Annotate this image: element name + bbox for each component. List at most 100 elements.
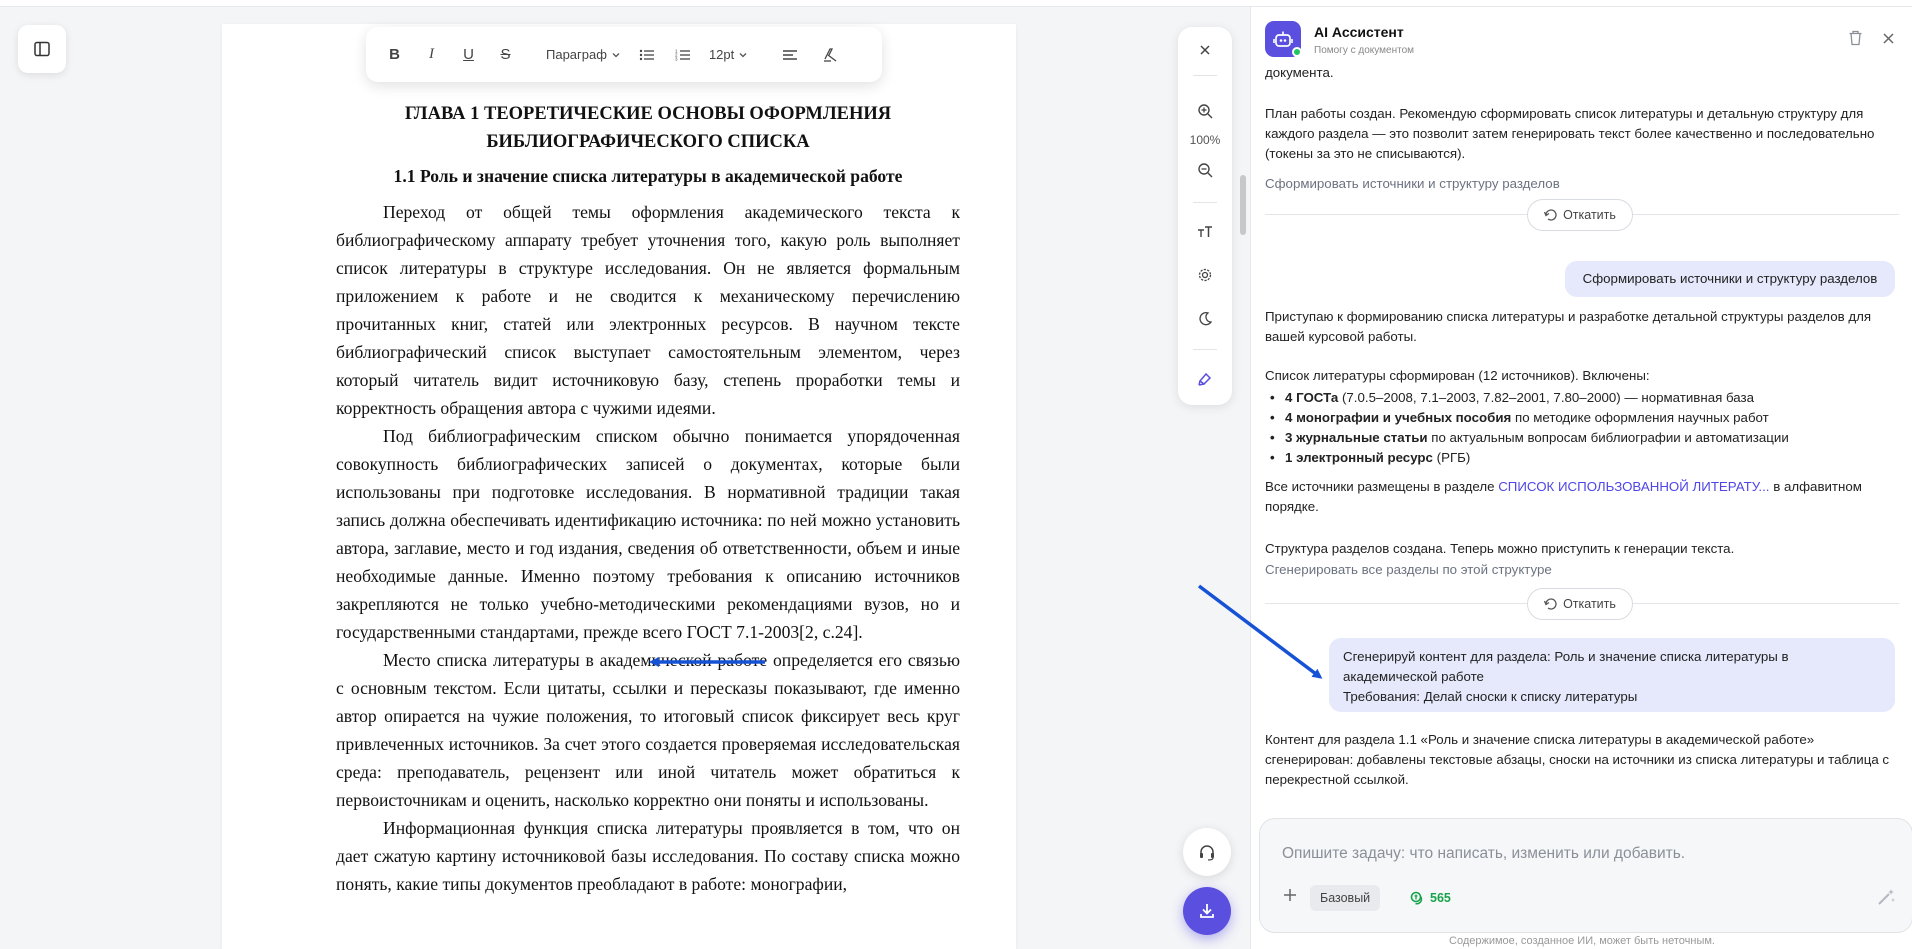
user-message: Сформировать источники и структуру разде… <box>1565 261 1895 297</box>
rollback-button[interactable]: Откатить <box>1527 199 1633 231</box>
assistant-message: Контент для раздела 1.1 «Роль и значение… <box>1265 732 1890 787</box>
rail-divider <box>1193 202 1217 203</box>
chapter-title-line-2: БИБЛИОГРАФИЧЕСКОГО СПИСКА <box>486 132 810 152</box>
attach-button[interactable] <box>1278 883 1302 907</box>
list-item-text: по актуальным вопросам библиографии и ав… <box>1427 430 1789 445</box>
message-input[interactable] <box>1282 841 1842 867</box>
section-link[interactable]: СПИСОК ИСПОЛЬЗОВАННОЙ ЛИТЕРАТУ... <box>1498 479 1769 494</box>
close-editor-button[interactable] <box>1178 38 1232 62</box>
clear-chat-button[interactable] <box>1844 27 1866 49</box>
zoom-in-icon <box>1198 104 1213 119</box>
close-icon <box>1200 45 1210 55</box>
user-message-line: Требования: Делай сноски к списку литера… <box>1343 689 1638 704</box>
enhance-prompt-button[interactable] <box>1872 883 1900 911</box>
trash-icon <box>1849 30 1861 46</box>
assistant-header: AI Ассистент Помогу с документом <box>1251 7 1912 69</box>
sidebar-icon <box>34 41 50 57</box>
bold-button[interactable]: B <box>376 38 413 72</box>
chat-thread[interactable]: документа. План работы создан. Рекоменду… <box>1251 69 1912 821</box>
zoom-out-button[interactable] <box>1178 158 1232 182</box>
svg-text:3: 3 <box>675 56 678 61</box>
list-item: 1 электронный ресурс (РГБ) <box>1265 448 1895 468</box>
align-button[interactable] <box>770 38 810 72</box>
support-button[interactable] <box>1183 828 1231 876</box>
moon-icon <box>1199 312 1213 326</box>
magic-wand-icon <box>1878 889 1895 905</box>
coins-icon <box>1410 891 1423 905</box>
text-size-button[interactable] <box>1178 220 1232 244</box>
paragraph: Место списка литературы в академической … <box>336 650 960 810</box>
numbered-list-button[interactable]: 123 <box>665 38 701 72</box>
settings-button[interactable] <box>1178 263 1232 287</box>
zoom-in-button[interactable] <box>1178 99 1232 123</box>
paragraph: Переход от общей темы оформления академи… <box>336 202 960 418</box>
zoom-out-icon <box>1198 163 1213 178</box>
list-item-bold: 4 монографии и учебных пособия <box>1285 410 1512 425</box>
document-content[interactable]: ГЛАВА 1 ТЕОРЕТИЧЕСКИЕ ОСНОВЫ ОФОРМЛЕНИЯ … <box>336 100 960 898</box>
credits-value: 565 <box>1430 891 1451 905</box>
mode-select[interactable]: Базовый <box>1310 885 1381 911</box>
suggestion-link[interactable]: Сгенерировать все разделы по этой структ… <box>1265 560 1552 580</box>
zoom-level: 100% <box>1189 133 1221 147</box>
source-list: 4 ГОСТа (7.0.5–2008, 7.1–2003, 7.82–2001… <box>1265 388 1895 468</box>
formatting-toolbar: B I U S Параграф 123 12pt <box>366 27 882 82</box>
clear-format-button[interactable] <box>810 38 850 72</box>
gear-icon <box>1198 268 1212 282</box>
chapter-title: ГЛАВА 1 ТЕОРЕТИЧЕСКИЕ ОСНОВЫ ОФОРМЛЕНИЯ … <box>336 100 960 156</box>
paragraph: Под библиографическим списком обычно пон… <box>336 426 960 642</box>
assistant-panel: AI Ассистент Помогу с документом докумен… <box>1250 7 1912 949</box>
bullet-list-button[interactable] <box>629 38 665 72</box>
plus-icon <box>1284 889 1296 901</box>
assistant-message: План работы создан. Рекомендую сформиров… <box>1265 106 1875 161</box>
strikethrough-button[interactable]: S <box>487 38 524 72</box>
chevron-down-icon <box>612 52 620 57</box>
undo-icon <box>1544 598 1557 610</box>
list-item-bold: 3 журнальные статьи <box>1285 430 1428 445</box>
italic-button[interactable]: I <box>413 38 450 72</box>
document-scrollbar[interactable] <box>1238 7 1248 949</box>
list-item: 4 монографии и учебных пособия по методи… <box>1265 408 1895 428</box>
document-scrollbar-thumb[interactable] <box>1240 175 1246 235</box>
rail-divider <box>1193 75 1217 76</box>
rollback-label: Откатить <box>1563 597 1616 611</box>
assistant-subtitle: Помогу с документом <box>1314 45 1415 56</box>
assistant-message: документа. <box>1265 69 1334 80</box>
suggestion-link[interactable]: Сформировать источники и структуру разде… <box>1265 174 1560 194</box>
highlighter-icon <box>1198 372 1212 386</box>
rail-divider <box>1193 349 1217 350</box>
top-bar <box>0 0 1912 7</box>
clear-format-icon <box>824 47 837 62</box>
highlighter-button[interactable] <box>1178 367 1232 391</box>
ai-disclaimer: Содержимое, созданное ИИ, может быть нет… <box>1449 935 1715 947</box>
credits-balance: 565 <box>1410 885 1451 911</box>
align-icon <box>783 49 798 60</box>
numbered-list-icon: 123 <box>675 48 690 61</box>
rollback-button[interactable]: Откатить <box>1527 588 1633 620</box>
list-item-bold: 1 электронный ресурс <box>1285 450 1433 465</box>
message-composer: Базовый 565 <box>1259 818 1912 933</box>
list-item-text: по методике оформления научных работ <box>1511 410 1769 425</box>
dark-mode-button[interactable] <box>1178 307 1232 331</box>
assistant-message: Приступаю к формированию списка литерату… <box>1265 309 1872 344</box>
undo-icon <box>1544 209 1557 221</box>
paragraph-style-value: Параграф <box>546 47 607 62</box>
download-button[interactable] <box>1183 887 1231 935</box>
paragraph-style-select[interactable]: Параграф <box>538 38 629 72</box>
user-message: Сгенерируй контент для раздела: Роль и з… <box>1329 638 1895 712</box>
section-title: 1.1 Роль и значение списка литературы в … <box>393 166 903 186</box>
chevron-down-icon <box>739 52 747 57</box>
document-page[interactable]: ГЛАВА 1 ТЕОРЕТИЧЕСКИЕ ОСНОВЫ ОФОРМЛЕНИЯ … <box>222 24 1016 949</box>
text-size-icon <box>1198 226 1212 237</box>
close-panel-button[interactable] <box>1877 27 1899 49</box>
paragraph: Информационная функция списка литературы… <box>336 818 960 894</box>
list-item: 3 журнальные статьи по актуальным вопрос… <box>1265 428 1895 448</box>
chapter-title-line-1: ГЛАВА 1 ТЕОРЕТИЧЕСКИЕ ОСНОВЫ ОФОРМЛЕНИЯ <box>404 104 892 124</box>
sidebar-toggle-button[interactable] <box>18 25 66 73</box>
close-icon <box>1882 32 1894 44</box>
tool-rail: 100% <box>1178 27 1232 405</box>
online-status-dot <box>1292 47 1302 57</box>
list-item: 4 ГОСТа (7.0.5–2008, 7.1–2003, 7.82–2001… <box>1265 388 1895 408</box>
font-size-select[interactable]: 12pt <box>701 38 756 72</box>
assistant-message: Список литературы сформирован (12 источн… <box>1265 368 1650 383</box>
underline-button[interactable]: U <box>450 38 487 72</box>
